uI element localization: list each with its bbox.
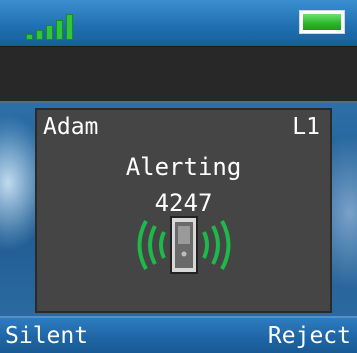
battery-full-icon bbox=[299, 10, 345, 34]
phone-screen: Adam L1 Alerting 4247 Silent Reject bbox=[0, 0, 357, 353]
status-bar bbox=[0, 0, 357, 46]
ringing-handset-icon bbox=[137, 216, 231, 274]
signal-bar-4 bbox=[56, 20, 63, 40]
battery-fill bbox=[303, 14, 341, 30]
signal-bar-2 bbox=[36, 30, 43, 40]
softkey-bar: Silent Reject bbox=[0, 316, 357, 353]
signal-strength-icon bbox=[26, 14, 73, 40]
call-state: Alerting bbox=[125, 153, 242, 181]
info-bar bbox=[0, 46, 357, 103]
signal-bar-3 bbox=[46, 25, 53, 40]
signal-bar-1 bbox=[26, 34, 33, 40]
reject-softkey[interactable]: Reject bbox=[268, 321, 351, 351]
caller-name: Adam bbox=[43, 114, 99, 140]
caller-number: 4247 bbox=[154, 189, 213, 217]
signal-bar-5 bbox=[66, 14, 73, 40]
silent-softkey[interactable]: Silent bbox=[5, 321, 88, 351]
incoming-call-dialog: Adam L1 Alerting 4247 bbox=[35, 108, 332, 313]
line-indicator: L1 bbox=[292, 114, 320, 140]
